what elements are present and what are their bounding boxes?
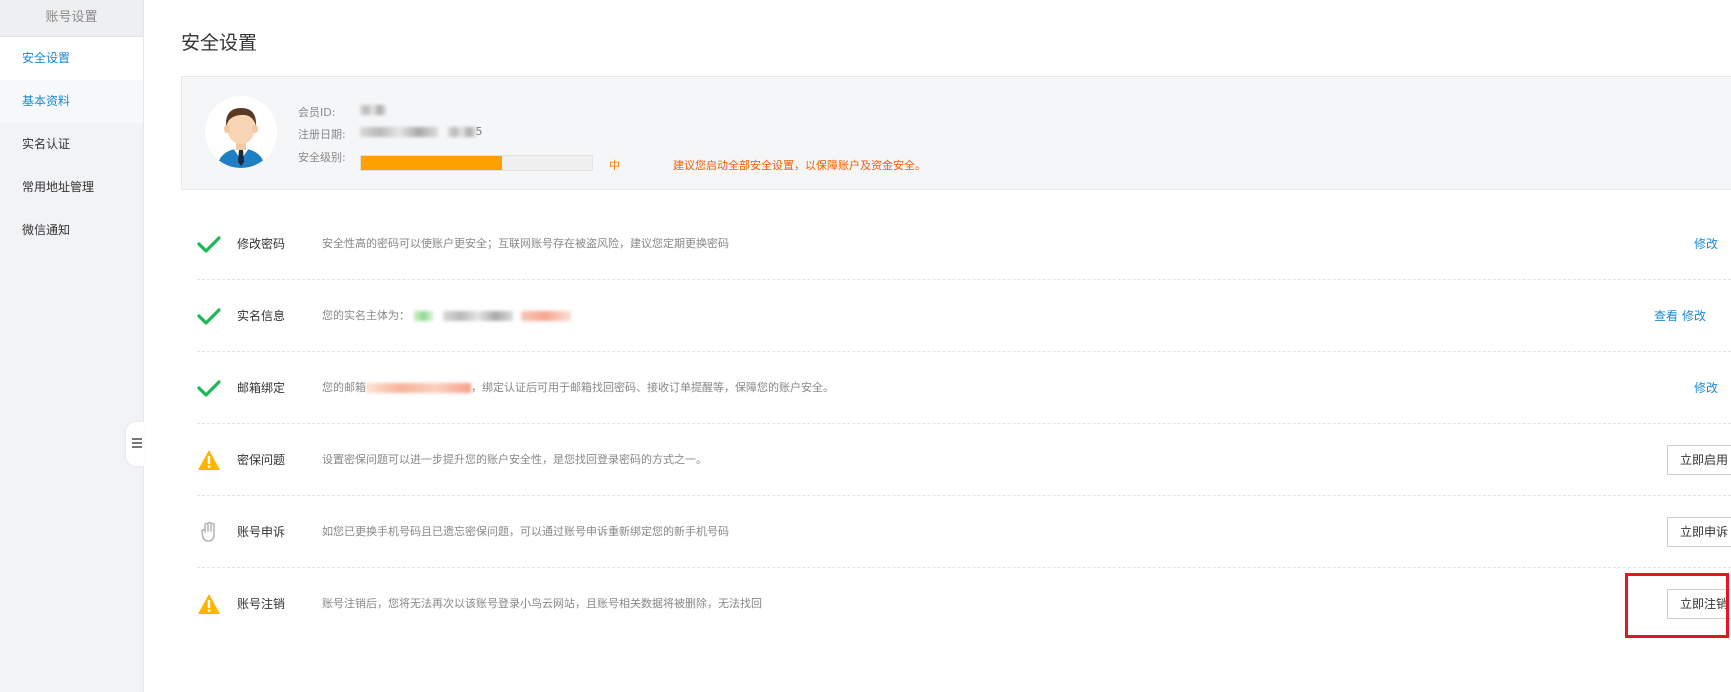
sidebar: 账号设置 安全设置 基本资料 实名认证 常用地址管理 微信通知 <box>0 0 144 692</box>
menu-icon <box>132 438 142 450</box>
security-item-description: 您的实名主体为： <box>322 280 571 352</box>
check-icon <box>197 236 221 253</box>
security-level-label: 安全级别: <box>298 151 346 164</box>
sidebar-item-basic-info[interactable]: 基本资料 <box>0 80 143 123</box>
member-id-label: 会员ID: <box>298 106 336 119</box>
security-item-description: 安全性高的密码可以使账户更安全；互联网账号存在被盗风险，建议您定期更换密码 <box>322 237 729 250</box>
page: 账号设置 安全设置 基本资料 实名认证 常用地址管理 微信通知 安全设置 会员I… <box>0 0 1731 692</box>
sidebar-item-real-name[interactable]: 实名认证 <box>0 123 143 166</box>
appeal-now-button[interactable]: 立即申诉 <box>1667 517 1731 547</box>
view-real-name-link[interactable]: 查看 <box>1654 280 1678 352</box>
security-item-description: 您的邮箱 ，绑定认证后可用于邮箱找回密码、接收订单提醒等，保障您的账户安全。 <box>322 381 834 394</box>
main-content: 安全设置 会员ID: 注册日期: 5 安全级别: 中 建议您启动全部安全设置，以… <box>145 0 1731 692</box>
check-icon <box>197 380 221 397</box>
security-item-description: 如您已更换手机号码且已遗忘密保问题，可以通过账号申诉重新绑定您的新手机号码 <box>322 525 729 538</box>
security-item-name: 密保问题 <box>237 453 286 467</box>
security-level-bar <box>360 155 593 171</box>
enable-security-question-button[interactable]: 立即启用 <box>1667 445 1731 475</box>
register-date-label: 注册日期: <box>298 128 346 141</box>
security-row-email: 邮箱绑定 您的邮箱 ，绑定认证后可用于邮箱找回密码、接收订单提醒等，保障您的账户安… <box>197 352 1731 424</box>
security-item-name: 邮箱绑定 <box>237 381 286 395</box>
security-level-fill <box>361 156 502 170</box>
security-row-appeal: 账号申诉 如您已更换手机号码且已遗忘密保问题，可以通过账号申诉重新绑定您的新手机… <box>197 496 1731 568</box>
check-icon <box>197 308 221 325</box>
security-row-question: 密保问题 设置密保问题可以进一步提升您的账户安全性，是您找回登录密码的方式之一。… <box>197 424 1731 496</box>
security-item-description: 设置密保问题可以进一步提升您的账户安全性，是您找回登录密码的方式之一。 <box>322 453 707 466</box>
sidebar-item-security[interactable]: 安全设置 <box>0 37 143 80</box>
sidebar-item-address[interactable]: 常用地址管理 <box>0 166 143 209</box>
sidebar-collapse-handle[interactable] <box>126 422 144 466</box>
modify-real-name-link[interactable]: 修改 <box>1682 280 1706 352</box>
highlight-box <box>1625 573 1729 638</box>
security-row-cancel: 账号注销 账号注销后，您将无法再次以该账号登录小鸟云网站，且账号相关数据将被删除… <box>197 568 1731 640</box>
security-item-name: 实名信息 <box>237 309 286 323</box>
security-item-description: 账号注销后，您将无法再次以该账号登录小鸟云网站，且账号相关数据将被删除，无法找回 <box>322 597 762 610</box>
avatar <box>205 96 277 168</box>
register-date-value: 5 <box>360 125 483 138</box>
modify-email-link[interactable]: 修改 <box>1694 352 1718 424</box>
avatar-icon <box>205 96 277 168</box>
hand-icon <box>201 521 215 542</box>
security-item-name: 修改密码 <box>237 237 286 251</box>
security-row-real-name: 实名信息 您的实名主体为： 查看 修改 <box>197 280 1731 352</box>
security-level-value: 中 <box>609 159 620 172</box>
sidebar-item-wechat[interactable]: 微信通知 <box>0 209 143 252</box>
modify-password-link[interactable]: 修改 <box>1694 208 1718 280</box>
sidebar-header: 账号设置 <box>0 0 143 37</box>
security-item-name: 账号申诉 <box>237 525 286 539</box>
security-item-name: 账号注销 <box>237 597 286 611</box>
profile-card: 会员ID: 注册日期: 5 安全级别: 中 建议您启动全部安全设置，以保障账户及… <box>181 76 1731 190</box>
warning-icon <box>198 450 220 470</box>
security-row-password: 修改密码 安全性高的密码可以使账户更安全；互联网账号存在被盗风险，建议您定期更换… <box>197 208 1731 280</box>
security-tip: 建议您启动全部安全设置，以保障账户及资金安全。 <box>673 159 926 172</box>
warning-icon <box>198 594 220 614</box>
page-title: 安全设置 <box>181 32 258 54</box>
member-id-value <box>360 103 386 116</box>
